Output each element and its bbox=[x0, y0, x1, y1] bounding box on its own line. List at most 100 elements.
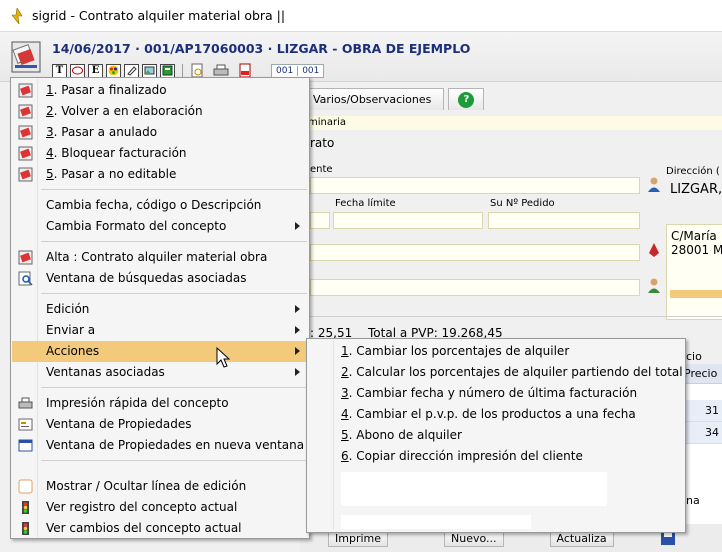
menu-item-propiedades-nueva[interactable]: Ventana de Propiedades en nueva ventana bbox=[12, 435, 308, 456]
menu-text: . Pasar a finalizado bbox=[53, 83, 167, 97]
export-green-icon bbox=[162, 65, 173, 76]
color-palette-button[interactable] bbox=[106, 63, 121, 78]
submenu-item-copiar-direccion[interactable]: 6. Copiar dirección impresión del client… bbox=[341, 449, 583, 463]
submenu-blank-area bbox=[341, 515, 531, 529]
document-title: 14/06/2017 · 001/AP17060003 · LIZGAR - O… bbox=[52, 41, 471, 56]
menu-text: Ventanas asociadas bbox=[46, 365, 165, 379]
obra-field[interactable] bbox=[310, 244, 640, 261]
mnemonic: 4 bbox=[341, 407, 349, 421]
edit-button[interactable]: E bbox=[88, 63, 103, 78]
menu-item-impresion-rapida[interactable]: Impresión rápida del concepto bbox=[12, 393, 308, 414]
label-partial-na: na bbox=[686, 494, 700, 507]
menu-item-no-editable[interactable]: 5. Pasar a no editable bbox=[12, 164, 308, 185]
menu-item-edicion[interactable]: Edición bbox=[12, 299, 308, 320]
menu-item-acciones[interactable]: Acciones bbox=[12, 341, 308, 362]
menu-item-alta-contrato[interactable]: Alta : Contrato alquiler material obra bbox=[12, 247, 308, 268]
text-format-button[interactable]: T bbox=[52, 63, 67, 78]
pdf-icon[interactable] bbox=[238, 63, 252, 78]
menu-text: Mostrar / Ocultar línea de edición bbox=[46, 479, 247, 493]
export-button[interactable] bbox=[160, 63, 175, 78]
mnemonic: 4 bbox=[46, 146, 54, 160]
location-pin-icon[interactable] bbox=[646, 242, 662, 258]
menu-item-cambia-fecha[interactable]: Cambia fecha, código o Descripción bbox=[12, 195, 308, 216]
toggle-icon bbox=[18, 479, 33, 494]
fecha-limite-field[interactable] bbox=[333, 212, 483, 229]
submenu-arrow-icon bbox=[295, 368, 300, 376]
comment-button[interactable] bbox=[70, 63, 85, 78]
menu-label: 5. Pasar a no editable bbox=[46, 167, 176, 181]
status-red-icon bbox=[18, 83, 33, 98]
menu-text: Acciones bbox=[46, 344, 100, 358]
menu-item-ver-cambios[interactable]: Ver cambios del concepto actual bbox=[12, 518, 308, 539]
menu-text: Ver registro del concepto actual bbox=[46, 500, 238, 514]
printer-icon bbox=[18, 397, 33, 409]
properties-icon bbox=[18, 418, 33, 431]
menu-item-enviar-a[interactable]: Enviar a bbox=[12, 320, 308, 341]
menu-separator bbox=[41, 293, 307, 294]
menu-separator bbox=[41, 241, 307, 242]
address-tab[interactable] bbox=[670, 290, 722, 298]
menu-item-busquedas[interactable]: Ventana de búsquedas asociadas bbox=[12, 268, 308, 289]
date-field-partial[interactable] bbox=[310, 212, 330, 229]
submenu-item-calcular-porcentajes[interactable]: 2. Calcular los porcentajes de alquiler … bbox=[341, 365, 683, 379]
menu-separator bbox=[41, 189, 307, 190]
pedido-field[interactable] bbox=[488, 212, 640, 229]
document-header: 14/06/2017 · 001/AP17060003 · LIZGAR - O… bbox=[0, 32, 722, 82]
menu-text: Cambia fecha, código o Descripción bbox=[46, 198, 262, 212]
menu-text: Alta : Contrato alquiler material obra bbox=[46, 250, 268, 264]
attach-button[interactable] bbox=[124, 63, 139, 78]
status-red-icon bbox=[18, 146, 33, 161]
address-line-1: C/María bbox=[671, 229, 717, 243]
help-icon: ? bbox=[458, 91, 475, 108]
table-row[interactable]: 34 bbox=[680, 422, 722, 444]
menu-item-bloquear-facturacion[interactable]: 4. Bloquear facturación bbox=[12, 143, 308, 164]
palette-icon bbox=[108, 65, 119, 76]
menu-item-propiedades[interactable]: Ventana de Propiedades bbox=[12, 414, 308, 435]
menu-item-ver-registro[interactable]: Ver registro del concepto actual bbox=[12, 497, 308, 518]
menu-text: Impresión rápida del concepto bbox=[46, 396, 229, 410]
client-person-icon[interactable] bbox=[646, 176, 662, 192]
address-box: C/María 28001 M bbox=[666, 224, 722, 320]
new-doc-icon bbox=[18, 250, 33, 265]
menu-text: . Pasar a anulado bbox=[53, 125, 158, 139]
submenu-text: . Cambiar fecha y número de última factu… bbox=[348, 386, 638, 400]
menu-separator bbox=[41, 387, 307, 388]
acciones-submenu: 1. Cambiar los porcentajes de alquiler 2… bbox=[306, 338, 686, 533]
agent-person-icon[interactable] bbox=[646, 277, 662, 293]
menu-item-volver-elaboracion[interactable]: 2. Volver a en elaboración bbox=[12, 101, 308, 122]
paperclip-icon bbox=[127, 66, 137, 76]
submenu-item-cambiar-pvp[interactable]: 4. Cambiar el p.v.p. de los productos a … bbox=[341, 407, 636, 421]
submenu-item-abono[interactable]: 5. Abono de alquiler bbox=[341, 428, 462, 442]
menu-item-mostrar-ocultar[interactable]: Mostrar / Ocultar línea de edición bbox=[12, 476, 308, 497]
menu-item-cambia-formato[interactable]: Cambia Formato del concepto bbox=[12, 216, 308, 237]
mnemonic: 5 bbox=[46, 167, 54, 181]
agent-field[interactable] bbox=[310, 279, 640, 296]
menu-item-pasar-anulado[interactable]: 3. Pasar a anulado bbox=[12, 122, 308, 143]
menu-item-ventanas-asociadas[interactable]: Ventanas asociadas bbox=[12, 362, 308, 383]
submenu-item-cambiar-fecha[interactable]: 3. Cambiar fecha y número de última fact… bbox=[341, 386, 637, 400]
mnemonic: 2 bbox=[341, 365, 349, 379]
contract-type-value: rato bbox=[310, 136, 335, 150]
preview-icon[interactable] bbox=[190, 63, 204, 78]
menu-text: Ventana de búsquedas asociadas bbox=[46, 271, 247, 285]
tab-help[interactable]: ? bbox=[448, 88, 485, 110]
menu-label: 3. Pasar a anulado bbox=[46, 125, 157, 139]
table-row[interactable]: 31 bbox=[680, 400, 722, 422]
client-name: LIZGAR, bbox=[670, 182, 722, 197]
client-field[interactable] bbox=[310, 177, 640, 194]
window-title: sigrid - Contrato alquiler material obra… bbox=[32, 8, 286, 23]
status-red-icon bbox=[18, 125, 33, 140]
image-button[interactable] bbox=[142, 63, 157, 78]
menu-item-pasar-finalizado[interactable]: 1. Pasar a finalizado bbox=[12, 80, 308, 101]
submenu-blank-area bbox=[341, 472, 607, 506]
traffic-light-icon bbox=[22, 501, 29, 514]
printer-icon[interactable] bbox=[213, 63, 229, 78]
counter-total: 001 bbox=[297, 65, 323, 76]
menu-text: Cambia Formato del concepto bbox=[46, 219, 227, 233]
section-label-partial: minaria bbox=[308, 117, 347, 128]
tab-varios-observaciones[interactable]: Varios/Observaciones bbox=[300, 88, 445, 110]
context-menu: 1. Pasar a finalizado 2. Volver a en ela… bbox=[10, 77, 310, 539]
window-icon bbox=[18, 439, 33, 452]
submenu-text: . Calcular los porcentajes de alquiler p… bbox=[348, 365, 683, 379]
submenu-item-cambiar-porcentajes[interactable]: 1. Cambiar los porcentajes de alquiler bbox=[341, 344, 569, 358]
